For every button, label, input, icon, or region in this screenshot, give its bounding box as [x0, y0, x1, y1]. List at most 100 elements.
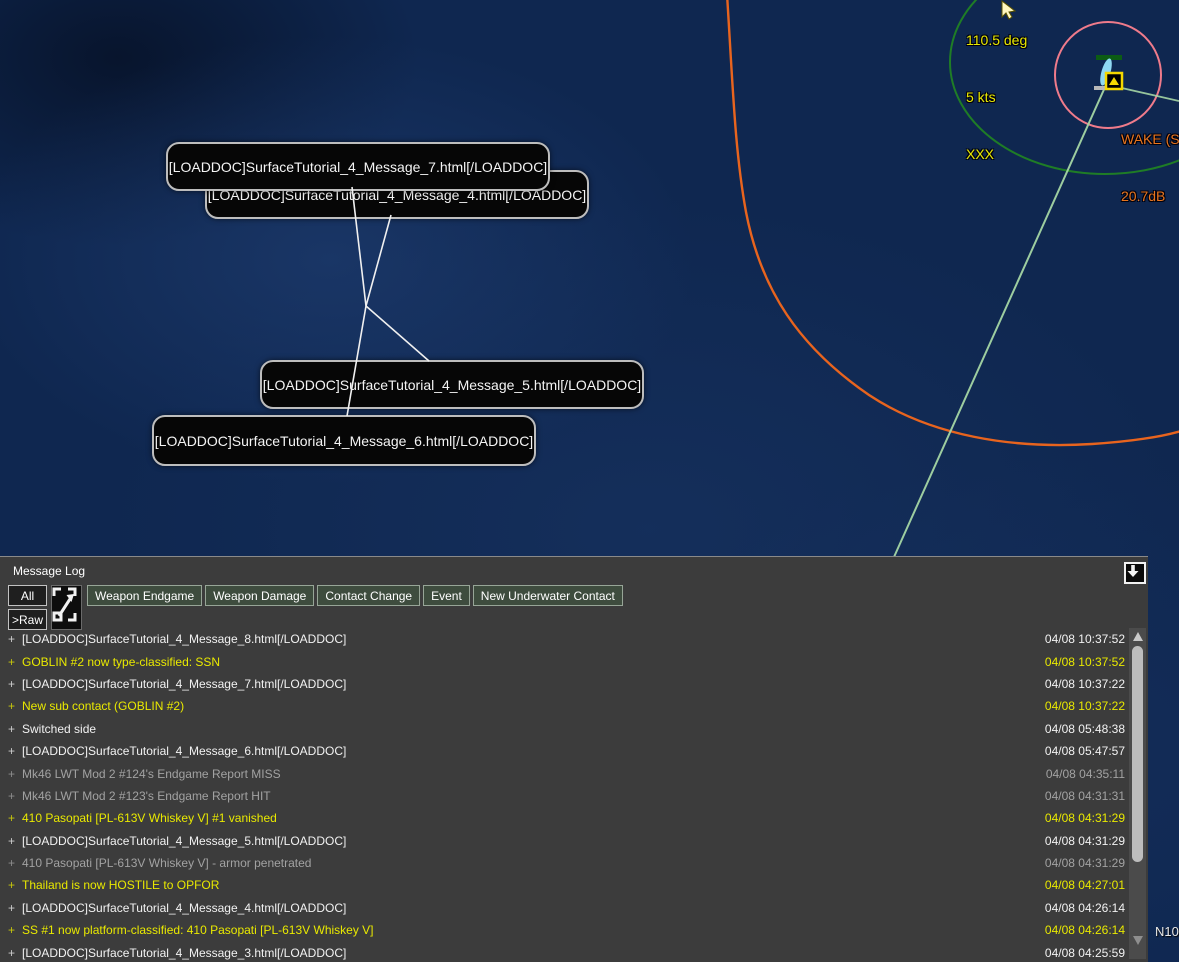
- callout-text: [LOADDOC]SurfaceTutorial_4_Message_5.htm…: [262, 376, 642, 393]
- filter-contact-change[interactable]: Contact Change: [317, 585, 421, 606]
- expand-row-icon[interactable]: +: [8, 677, 22, 691]
- log-timestamp: 04/08 04:31:29: [1044, 833, 1125, 848]
- scrollbar-thumb[interactable]: [1132, 646, 1143, 862]
- log-timestamp: 04/08 10:37:22: [1044, 676, 1125, 691]
- log-message: [LOADDOC]SurfaceTutorial_4_Message_6.htm…: [22, 744, 347, 759]
- unit-id-label: XXX: [966, 146, 995, 162]
- log-timestamp: 04/08 04:27:01: [1044, 878, 1125, 893]
- submarine-hull-icon: [1100, 58, 1112, 86]
- wake-marker-bar: [1094, 86, 1106, 90]
- log-timestamp: 04/08 04:35:11: [1045, 766, 1125, 781]
- filter-weapon-damage[interactable]: Weapon Damage: [205, 585, 315, 606]
- chip-label: Contact Change: [325, 588, 413, 603]
- log-message: [LOADDOC]SurfaceTutorial_4_Message_8.htm…: [22, 632, 347, 647]
- filter-new-underwater-contact[interactable]: New Underwater Contact: [472, 585, 623, 606]
- log-message: Switched side: [22, 721, 97, 736]
- log-message: [LOADDOC]SurfaceTutorial_4_Message_5.htm…: [22, 833, 347, 848]
- log-row[interactable]: + [LOADDOC]SurfaceTutorial_4_Message_3.h…: [0, 941, 1129, 962]
- log-message: 410 Pasopati [PL-613V Whiskey V] - armor…: [22, 856, 312, 871]
- log-timestamp: 04/08 04:31:29: [1044, 811, 1125, 826]
- expand-row-icon[interactable]: +: [8, 632, 22, 646]
- expand-row-icon[interactable]: +: [8, 744, 22, 758]
- log-timestamp: 04/08 10:37:52: [1044, 632, 1125, 647]
- unit-speed-label: 5 kts: [966, 89, 996, 105]
- chip-label: New Underwater Contact: [480, 588, 615, 603]
- map-callout-message-5[interactable]: [LOADDOC]SurfaceTutorial_4_Message_5.htm…: [260, 360, 644, 409]
- filter-all-button[interactable]: All: [8, 585, 47, 606]
- expand-row-icon[interactable]: +: [8, 856, 22, 870]
- expand-row-icon[interactable]: +: [8, 901, 22, 915]
- log-timestamp: 04/08 05:48:38: [1044, 721, 1125, 736]
- collapse-panel-button[interactable]: [1124, 562, 1146, 584]
- log-timestamp: 04/08 04:26:14: [1044, 923, 1125, 938]
- log-row[interactable]: + [LOADDOC]SurfaceTutorial_4_Message_7.h…: [0, 673, 1129, 695]
- filter-weapon-endgame[interactable]: Weapon Endgame: [87, 585, 203, 606]
- down-arrow-icon: [1127, 565, 1139, 577]
- log-timestamp: 04/08 10:37:22: [1044, 699, 1125, 714]
- log-row[interactable]: + [LOADDOC]SurfaceTutorial_4_Message_6.h…: [0, 740, 1129, 762]
- expand-row-icon[interactable]: +: [8, 834, 22, 848]
- log-timestamp: 04/08 04:31:31: [1044, 788, 1125, 803]
- unit-course-label: 110.5 deg: [966, 32, 1028, 48]
- log-row[interactable]: + New sub contact (GOBLIN #2) 04/08 10:3…: [0, 695, 1129, 717]
- course-leader-bar: [1096, 55, 1122, 60]
- map-corner-info: N10 Laye Loca Wea: [1155, 886, 1179, 962]
- resize-log-button[interactable]: [51, 585, 82, 630]
- callout-text: [LOADDOC]SurfaceTutorial_4_Message_6.htm…: [154, 432, 534, 449]
- wake-signal-label: 20.7dB: [1121, 188, 1166, 204]
- app-window: 110.5 deg 5 kts XXX WAKE (S) 20.7dB [LOA…: [0, 0, 1179, 962]
- message-log-panel: Message Log All >Raw Weapon Endgame Weap…: [0, 556, 1148, 962]
- log-row[interactable]: + Mk46 LWT Mod 2 #123's Endgame Report H…: [0, 785, 1129, 807]
- log-timestamp: 04/08 04:26:14: [1044, 900, 1125, 915]
- log-timestamp: 04/08 10:37:52: [1044, 654, 1125, 669]
- log-scrollbar[interactable]: [1129, 628, 1146, 959]
- log-row[interactable]: + Thailand is now HOSTILE to OPFOR 04/08…: [0, 874, 1129, 896]
- log-row[interactable]: + 410 Pasopati [PL-613V Whiskey V] - arm…: [0, 852, 1129, 874]
- log-message: Mk46 LWT Mod 2 #123's Endgame Report HIT: [22, 788, 271, 803]
- log-row[interactable]: + [LOADDOC]SurfaceTutorial_4_Message_8.h…: [0, 628, 1129, 650]
- log-row[interactable]: + [LOADDOC]SurfaceTutorial_4_Message_5.h…: [0, 830, 1129, 852]
- wake-contact-label: WAKE (S) 20.7dB: [1121, 92, 1179, 244]
- selected-contact-box: [1104, 71, 1124, 91]
- filter-event[interactable]: Event: [423, 585, 470, 606]
- chip-label: Event: [431, 588, 462, 603]
- log-timestamp: 04/08 04:25:59: [1044, 945, 1125, 960]
- log-message: [LOADDOC]SurfaceTutorial_4_Message_7.htm…: [22, 676, 347, 691]
- log-message: [LOADDOC]SurfaceTutorial_4_Message_3.htm…: [22, 945, 347, 960]
- expand-row-icon[interactable]: +: [8, 767, 22, 781]
- log-message: New sub contact (GOBLIN #2): [22, 699, 185, 714]
- expand-row-icon[interactable]: +: [8, 699, 22, 713]
- log-row[interactable]: + 410 Pasopati [PL-613V Whiskey V] #1 va…: [0, 807, 1129, 829]
- map-callout-message-6[interactable]: [LOADDOC]SurfaceTutorial_4_Message_6.htm…: [152, 415, 536, 466]
- expand-row-icon[interactable]: +: [8, 878, 22, 892]
- expand-row-icon[interactable]: +: [8, 655, 22, 669]
- callout-text: [LOADDOC]SurfaceTutorial_4_Message_7.htm…: [168, 158, 548, 175]
- expand-row-icon[interactable]: +: [8, 923, 22, 937]
- expand-row-icon[interactable]: +: [8, 722, 22, 736]
- filter-chip-row: Weapon Endgame Weapon Damage Contact Cha…: [87, 585, 623, 606]
- log-row[interactable]: + SS #1 now platform-classified: 410 Pas…: [0, 919, 1129, 941]
- log-message: 410 Pasopati [PL-613V Whiskey V] #1 vani…: [22, 811, 277, 826]
- scroll-down-icon[interactable]: [1132, 936, 1143, 945]
- log-row[interactable]: + [LOADDOC]SurfaceTutorial_4_Message_4.h…: [0, 897, 1129, 919]
- expand-row-icon[interactable]: +: [8, 789, 22, 803]
- log-message: SS #1 now platform-classified: 410 Pasop…: [22, 923, 374, 938]
- filter-all-label: All: [20, 588, 35, 603]
- panel-title: Message Log: [13, 564, 86, 578]
- log-message: Thailand is now HOSTILE to OPFOR: [22, 878, 220, 893]
- filter-raw-label: >Raw: [11, 612, 43, 627]
- filter-raw-button[interactable]: >Raw: [8, 609, 47, 630]
- log-row[interactable]: + Mk46 LWT Mod 2 #124's Endgame Report M…: [0, 762, 1129, 784]
- orange-range-ring: [726, 0, 1179, 447]
- contact-symbol-triangle: [1109, 77, 1119, 85]
- expand-row-icon[interactable]: +: [8, 946, 22, 960]
- submarine-contact-icon[interactable]: [1094, 55, 1124, 91]
- expand-row-icon[interactable]: +: [8, 811, 22, 825]
- log-timestamp: 04/08 05:47:57: [1044, 744, 1125, 759]
- log-row[interactable]: + GOBLIN #2 now type-classified: SSN 04/…: [0, 650, 1129, 672]
- unit-info-label: 110.5 deg 5 kts XXX: [966, 0, 1027, 202]
- log-message: GOBLIN #2 now type-classified: SSN: [22, 654, 221, 669]
- log-row[interactable]: + Switched side 04/08 05:48:38: [0, 718, 1129, 740]
- scroll-up-icon[interactable]: [1132, 632, 1143, 641]
- map-callout-message-7[interactable]: [LOADDOC]SurfaceTutorial_4_Message_7.htm…: [166, 142, 550, 191]
